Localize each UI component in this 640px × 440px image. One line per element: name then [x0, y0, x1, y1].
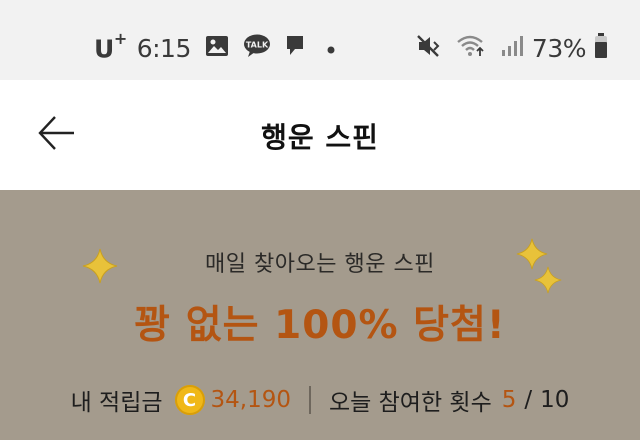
status-bar: U+ 6:15 TALK 73%	[0, 0, 640, 80]
app-header: 행운 스핀	[0, 80, 640, 190]
message-icon	[285, 34, 305, 62]
mute-icon	[416, 34, 442, 62]
signal-icon	[500, 34, 524, 62]
status-bar-left: U+ 6:15 TALK	[94, 28, 335, 66]
points-label: 내 적립금	[70, 390, 163, 416]
carrier-label: U+	[94, 28, 127, 64]
lucky-spin-banner: 매일 찾아오는 행운 스핀 꽝 없는 100% 당첨! 내 적립금 C 34,1…	[0, 190, 640, 440]
banner-headline: 꽝 없는 100% 당첨!	[134, 303, 506, 348]
coin-icon: C	[174, 385, 205, 415]
battery-percent: 73%	[531, 33, 587, 63]
status-bar-right: 73%	[402, 30, 608, 66]
points-value: 34,190	[210, 387, 291, 413]
spin-info-row: 내 적립금 C 34,190 오늘 참여한 횟수 5 / 10	[0, 380, 640, 420]
battery-icon	[594, 33, 608, 63]
wifi-icon	[456, 34, 486, 62]
participation-current: 5	[501, 387, 517, 413]
image-icon	[205, 35, 229, 61]
divider	[309, 386, 311, 414]
svg-text:TALK: TALK	[246, 41, 269, 50]
banner-subtitle: 매일 찾아오는 행운 스핀	[205, 252, 435, 277]
page-title: 행운 스핀	[261, 121, 379, 154]
participation-label: 오늘 참여한 횟수	[329, 390, 492, 416]
talk-icon: TALK	[243, 34, 271, 62]
status-time: 6:15	[136, 33, 192, 63]
participation-max: 10	[540, 387, 570, 413]
dot-icon	[327, 39, 335, 58]
participation-separator: /	[524, 387, 533, 413]
